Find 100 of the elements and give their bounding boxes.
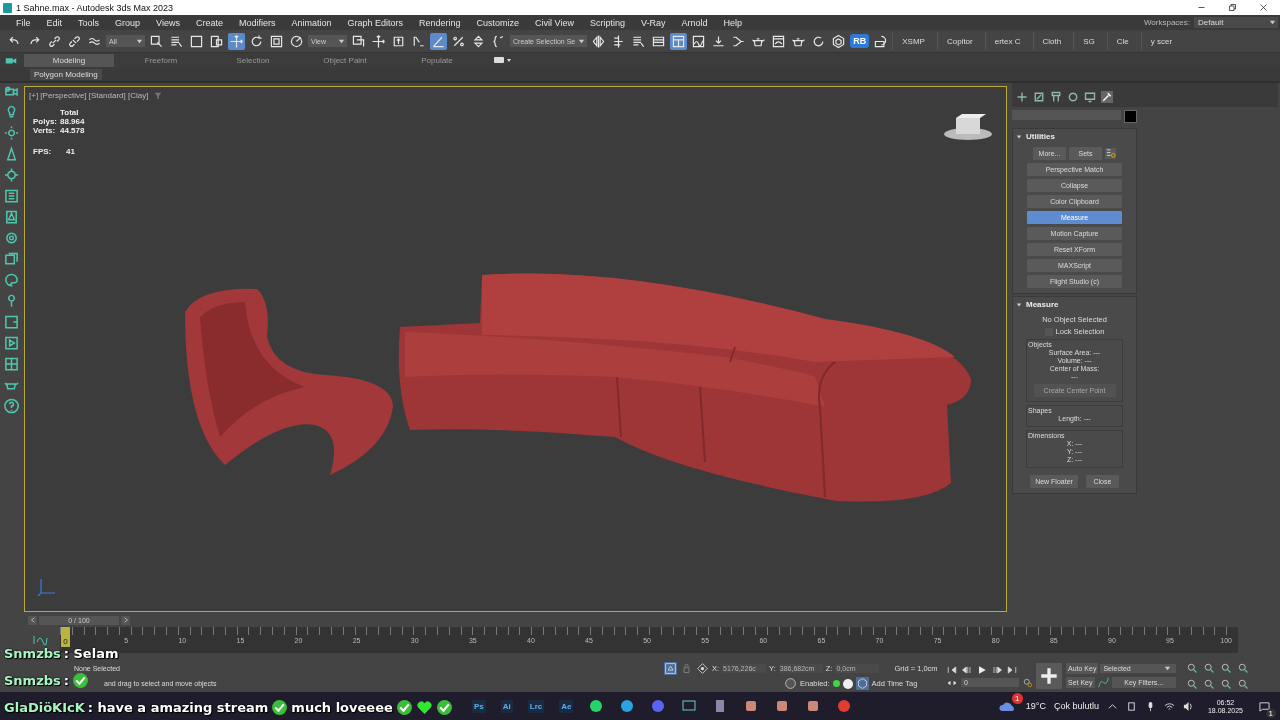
ribbon-tab[interactable]: Populate: [392, 53, 482, 67]
toolbar-button[interactable]: ertex C: [984, 32, 1030, 50]
window-icon[interactable]: [3, 314, 19, 330]
toolbar-button[interactable]: RB: [850, 34, 870, 48]
viewport-navigation-icon[interactable]: [1186, 678, 1198, 690]
viewport-navigation-icon[interactable]: [1186, 662, 1198, 674]
notification-icon[interactable]: [1259, 700, 1270, 712]
viewport-navigation-icon[interactable]: [1220, 678, 1232, 690]
collapse-icon[interactable]: [1016, 133, 1022, 140]
app-icon[interactable]: Ae: [559, 699, 574, 713]
menu-item[interactable]: Animation: [283, 17, 340, 28]
temperature[interactable]: 19°C: [1025, 701, 1046, 711]
menu-item[interactable]: Group: [107, 17, 149, 28]
menu-item[interactable]: Arnold: [673, 17, 716, 28]
configure-icon[interactable]: [1105, 148, 1116, 159]
go-to-end-icon[interactable]: [1006, 664, 1018, 675]
filter-icon[interactable]: [154, 91, 163, 100]
play-icon[interactable]: [3, 335, 19, 351]
menu-item[interactable]: Customize: [468, 17, 528, 28]
rollout-title[interactable]: Measure: [1026, 300, 1059, 309]
record-icon[interactable]: [836, 698, 853, 714]
ribbon-icon[interactable]: [670, 32, 688, 50]
toolbar-button[interactable]: Cle: [1106, 32, 1138, 50]
time-tag-icon[interactable]: [842, 678, 853, 689]
volume-icon[interactable]: [1182, 700, 1194, 712]
globe-icon[interactable]: [784, 677, 797, 690]
app-icon[interactable]: Ai: [500, 699, 513, 713]
move-icon[interactable]: [228, 32, 245, 50]
toolbar-button[interactable]: SG: [1073, 32, 1104, 50]
transform-mode-icon[interactable]: [696, 662, 709, 675]
monitor-icon[interactable]: [681, 698, 698, 714]
menu-item[interactable]: Create: [187, 17, 231, 28]
restore-icon[interactable]: [1228, 3, 1237, 12]
cube-icon[interactable]: [855, 677, 869, 690]
hierarchy-tab-icon[interactable]: [1050, 91, 1062, 103]
angle-icon[interactable]: [430, 32, 447, 50]
viewport[interactable]: [+] [Perspective] [Standard] [Clay] Total Polys: 88.964 Verts: 44.578 FPS: 41: [24, 86, 1007, 612]
play-icon[interactable]: [976, 664, 988, 675]
menu-item[interactable]: Help: [715, 17, 750, 28]
close-icon[interactable]: [1259, 3, 1268, 12]
toolbar-button[interactable]: XSMP: [892, 32, 934, 50]
next-key-icon[interactable]: [991, 664, 1003, 675]
viewport-navigation-icon[interactable]: [1237, 662, 1249, 674]
display-tab-icon[interactable]: [1084, 91, 1096, 103]
grid-icon[interactable]: [3, 356, 19, 372]
ribbon-panel-tab[interactable]: Polygon Modeling: [30, 68, 102, 80]
viewport-navigation-icon[interactable]: [1203, 662, 1215, 674]
list-icon[interactable]: [3, 188, 19, 204]
wifi-icon[interactable]: [1163, 700, 1175, 712]
viewport-navigation-icon[interactable]: [1203, 678, 1215, 690]
curve-editor-icon[interactable]: [32, 634, 48, 646]
menu-item[interactable]: Civil View: [527, 17, 582, 28]
discord-icon[interactable]: [650, 698, 667, 714]
key-tangent-icon[interactable]: [1096, 676, 1110, 689]
sun-icon[interactable]: [3, 125, 19, 141]
camera-icon[interactable]: [1125, 700, 1137, 712]
menu-item[interactable]: V-Ray: [632, 17, 674, 28]
ribbon-tab[interactable]: Object Paint: [300, 53, 390, 67]
toolbar-button[interactable]: Cloth: [1032, 32, 1071, 50]
menu-item[interactable]: Graph Editors: [339, 17, 411, 28]
set-key-button[interactable]: [1036, 663, 1062, 689]
isolate-icon[interactable]: [664, 662, 677, 675]
ribbon-tab[interactable]: Modeling: [24, 53, 114, 67]
menu-item[interactable]: Edit: [38, 17, 71, 28]
color-swatch[interactable]: [1124, 110, 1137, 123]
menu-item[interactable]: Views: [148, 17, 188, 28]
send-icon[interactable]: [619, 698, 636, 714]
chat-icon[interactable]: [588, 698, 605, 714]
ribbon-tab[interactable]: Freeform: [116, 53, 206, 67]
motion-tab-icon[interactable]: [1067, 91, 1079, 103]
weather-condition[interactable]: Çok bulutlu: [1053, 701, 1099, 711]
view-cube-drawing[interactable]: [942, 112, 994, 142]
modify-tab-icon[interactable]: [1033, 91, 1045, 103]
workspace-dropdown[interactable]: Default: [1194, 17, 1278, 28]
toolbar-button[interactable]: Copitor: [936, 32, 982, 50]
previous-key-icon[interactable]: [961, 664, 973, 675]
app-icon[interactable]: Lrc: [527, 699, 545, 713]
next-frame-button[interactable]: [121, 615, 130, 625]
viewport-navigation-icon[interactable]: [1237, 678, 1249, 690]
time-config-icon[interactable]: [1022, 677, 1034, 688]
utilities-tab-icon[interactable]: [1101, 91, 1113, 103]
viewport-navigation-icon[interactable]: [1220, 662, 1232, 674]
menu-item[interactable]: Modifiers: [230, 17, 284, 28]
collapse-icon[interactable]: [1016, 301, 1022, 308]
menu-item[interactable]: File: [8, 17, 39, 28]
frame-marker[interactable]: 0: [61, 627, 70, 647]
viewport-label[interactable]: [+] [Perspective] [Standard] [Clay]: [29, 91, 149, 100]
toolbar-button[interactable]: y scer: [1140, 32, 1182, 50]
app-icon[interactable]: Ps: [472, 699, 486, 713]
ribbon-options-icon[interactable]: [494, 56, 512, 64]
create-tab-icon[interactable]: [1016, 91, 1028, 103]
menu-item[interactable]: Scripting: [581, 17, 633, 28]
help-icon[interactable]: [3, 398, 19, 414]
ribbon-tab[interactable]: Selection: [208, 53, 298, 67]
menu-item[interactable]: Tools: [70, 17, 108, 28]
go-to-start-icon[interactable]: [946, 664, 958, 675]
rollout-title[interactable]: Utilities: [1026, 132, 1055, 141]
previous-frame-button[interactable]: [28, 615, 37, 625]
menu-item[interactable]: Rendering: [411, 17, 469, 28]
stack-icon[interactable]: [3, 251, 19, 267]
